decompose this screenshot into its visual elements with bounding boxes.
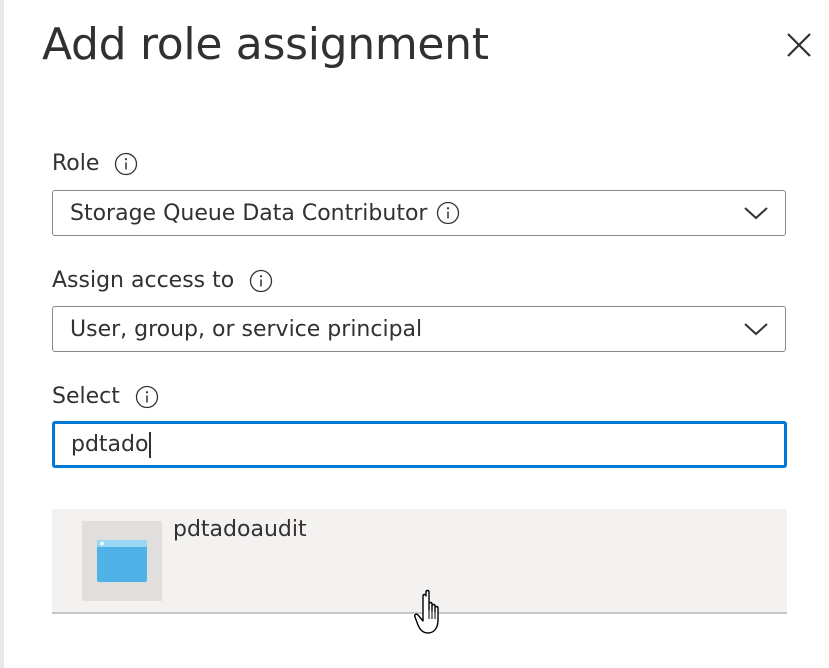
search-result-name: pdtadoaudit (173, 517, 307, 542)
close-button[interactable] (782, 28, 816, 62)
role-info-icon[interactable] (114, 152, 138, 176)
assign-access-info-icon[interactable] (249, 269, 273, 293)
assign-access-label: Assign access to (52, 268, 235, 293)
role-label: Role (52, 151, 100, 176)
role-dropdown-value: Storage Queue Data Contributor (70, 200, 428, 226)
panel-left-edge (0, 0, 4, 668)
chevron-down-icon (743, 202, 769, 224)
chevron-down-icon (743, 318, 769, 340)
hand-pointer-cursor-icon (413, 588, 449, 636)
assign-access-dropdown[interactable]: User, group, or service principal (52, 306, 786, 352)
select-search-value: pdtado (71, 432, 149, 457)
role-dropdown[interactable]: Storage Queue Data Contributor (52, 190, 786, 236)
select-info-icon[interactable] (135, 385, 159, 409)
role-label-row: Role (52, 151, 138, 176)
assign-access-dropdown-value: User, group, or service principal (70, 316, 423, 342)
role-value-info-icon[interactable] (436, 201, 460, 225)
select-search-input[interactable]: pdtado (52, 421, 787, 468)
close-icon (787, 33, 811, 57)
app-window-icon (82, 521, 162, 601)
add-role-assignment-panel: Add role assignment Role Storage Queue D… (0, 0, 829, 668)
select-label-row: Select (52, 384, 159, 409)
panel-title: Add role assignment (42, 19, 489, 70)
role-dropdown-value-wrap: Storage Queue Data Contributor (70, 201, 460, 226)
select-label: Select (52, 384, 120, 409)
text-caret (149, 431, 151, 458)
assign-access-label-row: Assign access to (52, 268, 273, 293)
